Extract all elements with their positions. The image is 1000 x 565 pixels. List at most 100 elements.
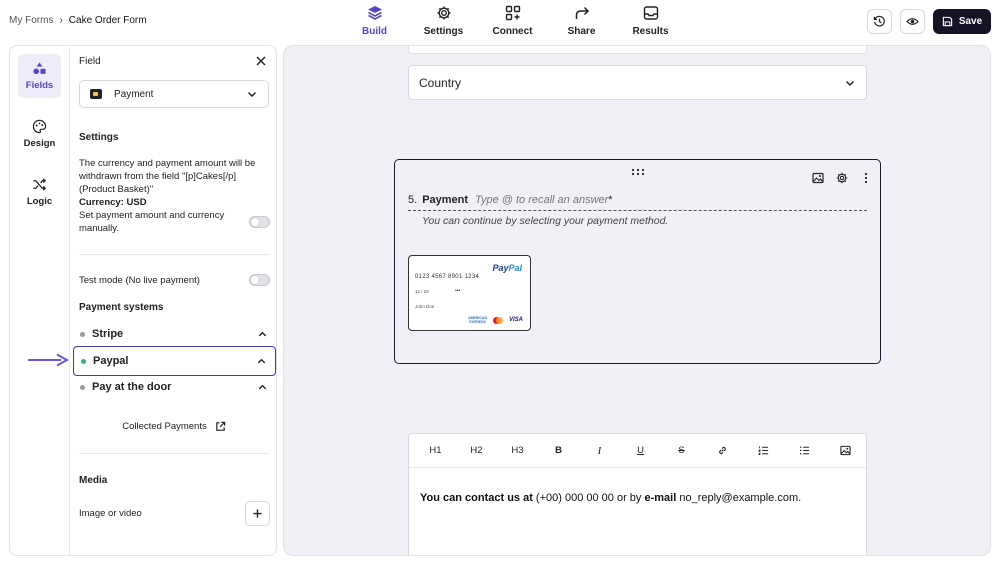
contact-email-text: no_reply@example.com. (676, 492, 802, 504)
strikethrough-button[interactable]: S (661, 445, 702, 456)
divider (79, 254, 269, 255)
previous-question-card[interactable] (408, 46, 867, 54)
manual-amount-toggle[interactable] (249, 216, 270, 228)
test-mode-toggle[interactable] (249, 274, 270, 286)
history-button[interactable] (867, 9, 892, 34)
top-actions: Save (867, 9, 991, 34)
contact-bold-text: You can contact us at (420, 492, 533, 504)
question-title: Payment (422, 194, 469, 206)
rich-text-editor: H1 H2 H3 B I U S You can contact us at (… (408, 433, 867, 555)
rail-item-fields[interactable]: Fields (18, 54, 61, 98)
question-toolbar (812, 172, 872, 184)
field-type-select[interactable]: Payment (79, 80, 269, 108)
currency-description: The currency and payment amount will be … (79, 157, 269, 209)
gear-icon[interactable] (836, 172, 848, 184)
tab-share[interactable]: Share (547, 0, 616, 44)
field-header: Field (79, 56, 101, 67)
heading3-button[interactable]: H3 (497, 445, 538, 456)
payment-systems-title: Payment systems (79, 302, 164, 313)
italic-button[interactable]: I (579, 445, 620, 457)
link-icon (719, 446, 726, 455)
form-canvas: Country 5. Payment Type @ to recall an a… (283, 45, 991, 556)
question-subtitle[interactable]: You can continue by selecting your payme… (422, 215, 668, 227)
contact-email-label: e-mail (644, 492, 677, 504)
currency-value: Currency: USD (79, 197, 147, 208)
tab-settings[interactable]: Settings (409, 0, 478, 44)
tab-results-label: Results (632, 26, 669, 37)
collected-payments-label: Collected Payments (122, 421, 207, 432)
insert-image-button[interactable] (825, 445, 866, 456)
breadcrumb-my-forms[interactable]: My Forms (9, 15, 53, 26)
breadcrumb-separator: › (59, 15, 63, 26)
status-dot-active (81, 358, 86, 364)
plus-icon (253, 509, 262, 518)
tab-results[interactable]: Results (616, 0, 685, 44)
tab-connect[interactable]: Connect (478, 0, 547, 44)
field-type-value: Payment (114, 88, 154, 100)
rail-item-logic[interactable]: Logic (18, 170, 61, 214)
heading1-button[interactable]: H1 (415, 445, 456, 456)
rail-item-design[interactable]: Design (18, 112, 61, 156)
close-icon[interactable] (255, 55, 267, 67)
save-button[interactable]: Save (933, 9, 991, 34)
ordered-list-button[interactable] (743, 445, 784, 456)
visa-logo: VISA (508, 317, 523, 323)
rail-item-fields-label: Fields (25, 80, 54, 91)
payment-question-card[interactable]: 5. Payment Type @ to recall an answer * … (394, 159, 881, 364)
chevron-up-icon[interactable] (257, 329, 268, 340)
floppy-icon (942, 16, 952, 27)
breadcrumb: My Forms › Cake Order Form (9, 15, 147, 26)
palette-icon (32, 119, 47, 134)
gear-icon (437, 6, 450, 20)
more-vertical-icon[interactable] (860, 172, 872, 184)
amex-logo: AMERICAN EXPRESS (468, 316, 487, 324)
underline-button[interactable]: U (620, 445, 661, 456)
field-settings-pane: Field Payment Settings The currency and … (71, 46, 276, 555)
chevron-down-icon (248, 92, 256, 97)
drag-handle-icon[interactable] (631, 168, 645, 176)
breadcrumb-current: Cake Order Form (68, 15, 147, 26)
media-label: Image or video (79, 508, 142, 519)
tab-build-label: Build (362, 26, 387, 37)
status-dot (80, 384, 85, 390)
preview-button[interactable] (900, 9, 925, 34)
ordered-list-icon (758, 446, 769, 456)
tab-settings-label: Settings (423, 26, 464, 37)
add-media-button[interactable] (245, 501, 270, 526)
card-cvv: ••• (455, 288, 461, 294)
media-title: Media (79, 475, 108, 486)
collected-payments-link[interactable]: Collected Payments (71, 421, 276, 432)
card-expiry: 12 / 28 (415, 289, 429, 294)
chevron-up-icon[interactable] (256, 356, 267, 367)
bullet-list-button[interactable] (784, 445, 825, 456)
eye-icon (906, 18, 919, 25)
paypal-logo: PayPal (492, 263, 522, 273)
rail-item-logic-label: Logic (26, 196, 53, 207)
rail-item-design-label: Design (23, 138, 56, 149)
contact-phone-text: (+00) 000 00 00 or by (532, 492, 645, 504)
country-dropdown[interactable]: Country (408, 65, 867, 100)
left-panel: Fields Design Logic Field Payment Settin… (9, 45, 277, 556)
shapes-icon (33, 62, 46, 75)
mastercard-logo (492, 316, 503, 324)
chevron-up-icon[interactable] (257, 382, 268, 393)
card-brands: AMERICAN EXPRESS VISA (468, 316, 523, 324)
bold-button[interactable]: B (538, 445, 579, 456)
chevron-down-icon (846, 80, 854, 86)
history-icon (873, 15, 885, 27)
top-bar: My Forms › Cake Order Form Build Setting… (0, 0, 1000, 44)
card-number: 0123 4567 8901 1234 (415, 274, 480, 280)
image-icon[interactable] (812, 172, 824, 184)
paypal-card-preview: PayPal 0123 4567 8901 1234 12 / 28 ••• J… (408, 255, 531, 331)
currency-description-text: The currency and payment amount will be … (79, 158, 256, 195)
tab-build[interactable]: Build (340, 0, 409, 44)
link-button[interactable] (702, 445, 743, 456)
inbox-icon (643, 6, 658, 20)
payment-system-pay-at-door[interactable]: Pay at the door (73, 372, 276, 402)
editor-content[interactable]: You can contact us at (+00) 000 00 00 or… (420, 492, 801, 504)
question-title-field[interactable]: 5. Payment Type @ to recall an answer * (408, 194, 867, 211)
heading2-button[interactable]: H2 (456, 445, 497, 456)
share-icon (575, 6, 589, 19)
payment-system-stripe[interactable]: Stripe (73, 319, 276, 349)
arrow-pointer-icon (28, 353, 69, 367)
